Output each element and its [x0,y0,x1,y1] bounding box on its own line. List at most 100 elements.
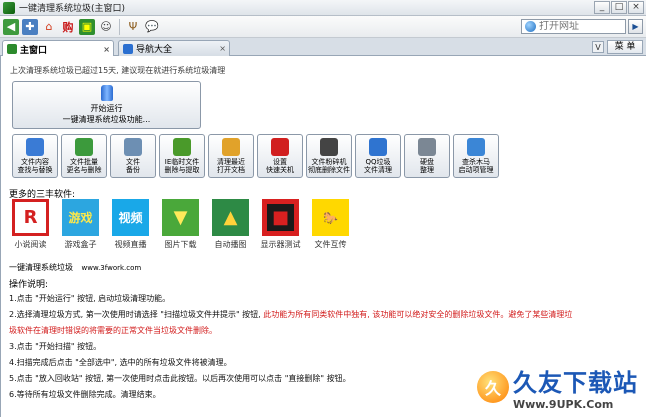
tool-icon [271,138,289,156]
address-input[interactable] [539,21,619,32]
software-item[interactable]: ▼ 图片下载 [161,199,200,250]
software-item[interactable]: 视频 视频直播 [111,199,150,250]
software-icon[interactable]: R [12,199,49,236]
address-box[interactable] [521,19,626,34]
tool-button[interactable]: 文件粉碎机 彻底删除文件 [306,134,352,178]
minimize-button[interactable]: _ [594,1,610,14]
chevron-down-icon[interactable]: V [592,41,604,53]
tool-label: QQ垃圾 文件清理 [364,158,392,174]
go-button[interactable]: ▶ [628,19,643,34]
software-icon[interactable]: 🐎 [312,199,349,236]
tab-navigation[interactable]: 导航大全 × [118,40,230,56]
tools-icon[interactable]: ✚ [22,18,38,35]
tool-button[interactable]: 查杀木马 启动项管理 [453,134,499,178]
software-icon[interactable]: ▲ [212,199,249,236]
instruction-line: 6.等待所有垃圾文件删除完成。清理结束。 [9,390,161,399]
main-panel: 上次清理系统垃圾已超过15天, 建议现在就进行系统垃圾清理 开始运行 一键清理系… [0,56,646,417]
brush-icon[interactable]: Ψ [125,19,141,35]
tool-icon [222,138,240,156]
tool-button[interactable]: 文件内容 查找与替换 [12,134,58,178]
tool-label: 文件批量 更名与删除 [66,158,102,174]
tool-button[interactable]: 清理最近 打开文档 [208,134,254,178]
software-icon[interactable]: 游戏 [62,199,99,236]
tool-label: 查杀木马 启动项管理 [458,158,494,174]
tool-icon [320,138,338,156]
app-icon [3,1,15,14]
instruction-line: 4.扫描完成后点击 "全部选中", 选中的所有垃圾文件将被清理。 [9,358,232,367]
tool-button[interactable]: 文件批量 更名与删除 [61,134,107,178]
window-controls: _ □ × [594,1,644,14]
home-icon[interactable]: ⌂ [41,19,57,35]
software-item[interactable]: ■ 显示器测试 [260,199,301,250]
tool-icon [75,138,93,156]
tool-icon [418,138,436,156]
window-title: 一键清理系统垃圾(主窗口) [19,4,126,14]
toolbar: ◀ ✚ ⌂ 购 ▣ ☺ Ψ 💬 ▶ [0,16,646,38]
software-label: 文件互传 [314,240,347,249]
tab-label: 导航大全 [136,45,173,55]
software-item[interactable]: ▲ 自动播图 [211,199,250,250]
trash-bin-icon [100,85,113,101]
game-icon[interactable]: ▣ [79,18,95,35]
tool-button[interactable]: 硬盘 整理 [404,134,450,178]
software-label: 视频直播 [114,240,147,249]
tool-icon [173,138,191,156]
nav-tab-icon [123,43,133,54]
tab-label: 主窗口 [20,45,48,56]
user-icon[interactable]: ☺ [98,19,114,35]
tool-label: 设置 快速关机 [266,158,294,174]
cleanup-notice: 上次清理系统垃圾已超过15天, 建议现在就进行系统垃圾清理 [10,66,226,75]
instruction-line: 5.点击 "放入回收站" 按钮, 第一次使用时点击此按钮。以后再次使用可以点击 … [9,374,351,383]
menu-button[interactable]: 菜 单 [607,40,643,54]
software-label: 小说阅读 [14,240,47,249]
tool-label: 硬盘 整理 [420,158,434,174]
software-icon[interactable]: ■ [262,199,299,236]
software-label: 显示器测试 [260,240,301,249]
start-label: 开始运行 [90,104,123,113]
shop-icon[interactable]: 购 [60,19,76,35]
software-item[interactable]: 🐎 文件互传 [311,199,350,250]
close-button[interactable]: × [628,1,644,14]
tab-main[interactable]: 主窗口 × [2,40,114,57]
start-run-button[interactable]: 开始运行 一键清理系统垃圾功能... [12,81,201,129]
back-icon[interactable]: ◀ [3,18,19,35]
software-icon[interactable]: 视频 [112,199,149,236]
tab-close-icon[interactable]: × [219,44,226,53]
software-label: 自动播图 [214,240,247,249]
home-tab-icon [7,44,17,54]
title-bar: 一键清理系统垃圾(主窗口) _ □ × [0,0,646,16]
software-label: 图片下载 [164,240,197,249]
instructions-title: 操作说明: [9,280,49,290]
tool-label: 文件内容 查找与替换 [17,158,53,174]
watermark: 久 久友下载站 Www.9UPK.Com [477,363,638,411]
watermark-logo: 久 [477,371,509,403]
instruction-line: 2.选择清理垃圾方式, 第一次使用时请选择 "扫描垃圾文件并提示" 按钮, 此功… [9,310,573,319]
tool-label: 清理最近 打开文档 [217,158,245,174]
product-line: 一键清理系统垃圾 www.3fwork.com [9,262,141,273]
software-item[interactable]: 游戏 游戏盒子 [61,199,100,250]
tool-buttons: 文件内容 查找与替换 文件批量 更名与删除 文件 备份 IE临时文件 删除与提取 清理最近 打开文… [12,134,499,178]
product-name: 一键清理系统垃圾 [9,263,73,272]
tool-button[interactable]: QQ垃圾 文件清理 [355,134,401,178]
watermark-url: Www.9UPK.Com [513,398,614,411]
tool-icon [369,138,387,156]
tool-icon [467,138,485,156]
maximize-button[interactable]: □ [611,1,627,14]
tool-label: IE临时文件 删除与提取 [164,158,200,174]
tool-button[interactable]: IE临时文件 删除与提取 [159,134,205,178]
software-icon[interactable]: ▼ [162,199,199,236]
tool-icon [26,138,44,156]
software-list: R 小说阅读 游戏 游戏盒子 视频视频直播 ▼ 图片下载 ▲ 自动播图 ■ 显示器测试 🐎 文件互传 [11,199,350,250]
toolbar-separator [119,18,120,35]
tab-strip: 主窗口 × 导航大全 × V 菜 单 [0,38,646,57]
product-site[interactable]: www.3fwork.com [82,264,142,272]
tool-button[interactable]: 文件 备份 [110,134,156,178]
tab-close-icon[interactable]: × [103,45,110,54]
instruction-line: 3.点击 "开始扫描" 按钮。 [9,342,102,351]
tool-label: 文件 备份 [126,158,140,174]
tool-button[interactable]: 设置 快速关机 [257,134,303,178]
instruction-line: 1.点击 "开始运行" 按钮, 启动垃圾清理功能。 [9,294,171,303]
globe-icon [525,21,536,32]
chat-icon[interactable]: 💬 [144,19,160,35]
software-item[interactable]: R 小说阅读 [11,199,50,250]
